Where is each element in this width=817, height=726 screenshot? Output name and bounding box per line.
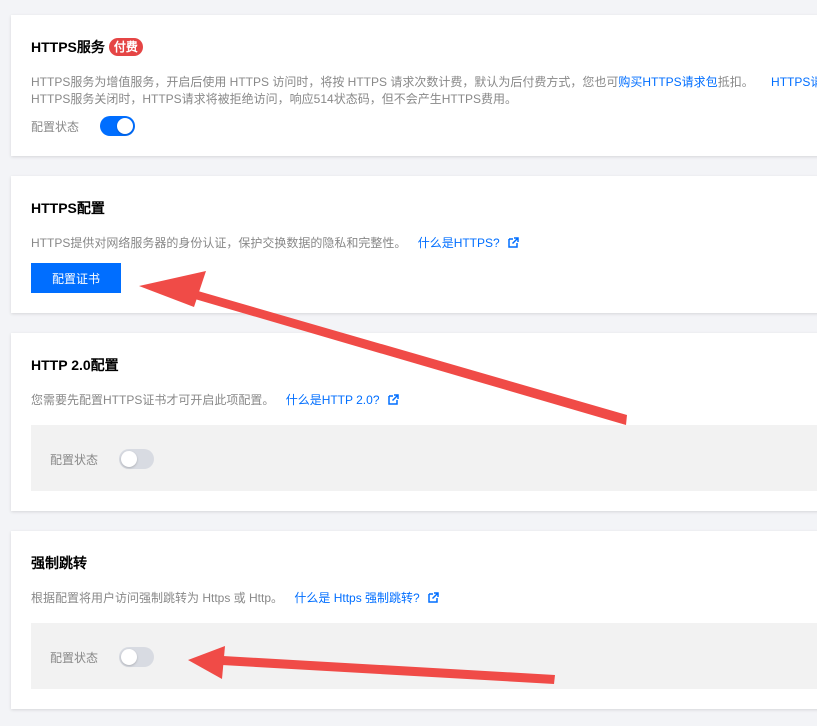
https-config-desc: HTTPS提供对网络服务器的身份认证，保护交换数据的隐私和完整性。 什么是HTT… bbox=[31, 235, 519, 252]
desc-text: HTTPS服务为增值服务，开启后使用 HTTPS 访问时，将按 HTTPS 请求… bbox=[31, 75, 619, 89]
what-is-force-redirect-link[interactable]: 什么是 Https 强制跳转? bbox=[294, 591, 419, 605]
force-redirect-status-row: 配置状态 bbox=[50, 647, 155, 667]
https-service-title-text: HTTPS服务 bbox=[31, 39, 105, 55]
http2-status-row: 配置状态 bbox=[50, 449, 155, 469]
desc-text: 您需要先配置HTTPS证书才可开启此项配置。 bbox=[31, 393, 275, 407]
force-redirect-title-text: 强制跳转 bbox=[31, 555, 87, 571]
https-service-desc-line1: HTTPS服务为增值服务，开启后使用 HTTPS 访问时，将按 HTTPS 请求… bbox=[31, 74, 817, 91]
desc-text: 抵扣。 bbox=[717, 75, 754, 89]
external-link-icon[interactable] bbox=[427, 592, 439, 603]
page: HTTPS服务 付费 HTTPS服务为增值服务，开启后使用 HTTPS 访问时，… bbox=[0, 0, 817, 726]
buy-https-package-link[interactable]: 购买HTTPS请求包 bbox=[618, 75, 717, 89]
force-redirect-card: 强制跳转 根据配置将用户访问强制跳转为 Https 或 Http。 什么是 Ht… bbox=[11, 531, 817, 709]
paid-badge: 付费 bbox=[108, 38, 143, 56]
https-config-card: HTTPS配置 HTTPS提供对网络服务器的身份认证，保护交换数据的隐私和完整性… bbox=[11, 176, 817, 313]
https-request-link[interactable]: HTTPS请求 bbox=[771, 75, 817, 89]
external-link-icon[interactable] bbox=[387, 394, 399, 405]
status-label: 配置状态 bbox=[50, 452, 99, 467]
https-config-title: HTTPS配置 bbox=[31, 198, 105, 218]
https-service-desc-line2: HTTPS服务关闭时，HTTPS请求将被拒绝访问，响应514状态码，但不会产生H… bbox=[31, 92, 518, 106]
https-config-title-text: HTTPS配置 bbox=[31, 200, 105, 216]
force-redirect-status-panel: 配置状态 bbox=[31, 623, 817, 689]
what-is-http2-link[interactable]: 什么是HTTP 2.0? bbox=[286, 393, 380, 407]
force-redirect-desc: 根据配置将用户访问强制跳转为 Https 或 Http。 什么是 Https 强… bbox=[31, 590, 439, 607]
https-service-card: HTTPS服务 付费 HTTPS服务为增值服务，开启后使用 HTTPS 访问时，… bbox=[11, 15, 817, 156]
https-service-desc: HTTPS服务为增值服务，开启后使用 HTTPS 访问时，将按 HTTPS 请求… bbox=[31, 74, 817, 108]
desc-text: 根据配置将用户访问强制跳转为 Https 或 Http。 bbox=[31, 591, 284, 605]
https-service-title: HTTPS服务 付费 bbox=[31, 37, 143, 57]
http2-config-title: HTTP 2.0配置 bbox=[31, 355, 119, 375]
external-link-icon[interactable] bbox=[507, 237, 519, 248]
status-label: 配置状态 bbox=[31, 119, 80, 134]
toggle-knob bbox=[117, 118, 134, 134]
http2-config-title-text: HTTP 2.0配置 bbox=[31, 357, 119, 373]
force-redirect-toggle[interactable] bbox=[119, 647, 155, 667]
https-service-status-row: 配置状态 bbox=[31, 116, 136, 136]
http2-config-desc: 您需要先配置HTTPS证书才可开启此项配置。 什么是HTTP 2.0? bbox=[31, 392, 399, 409]
what-is-https-link[interactable]: 什么是HTTPS? bbox=[418, 236, 500, 250]
status-label: 配置状态 bbox=[50, 650, 99, 665]
http2-toggle[interactable] bbox=[119, 449, 155, 469]
configure-certificate-button[interactable]: 配置证书 bbox=[31, 263, 121, 293]
desc-text: HTTPS提供对网络服务器的身份认证，保护交换数据的隐私和完整性。 bbox=[31, 236, 407, 250]
http2-status-panel: 配置状态 bbox=[31, 425, 817, 491]
toggle-knob bbox=[121, 649, 138, 665]
force-redirect-title: 强制跳转 bbox=[31, 553, 87, 573]
https-service-toggle[interactable] bbox=[100, 116, 136, 136]
http2-config-card: HTTP 2.0配置 您需要先配置HTTPS证书才可开启此项配置。 什么是HTT… bbox=[11, 333, 817, 511]
toggle-knob bbox=[121, 451, 138, 467]
